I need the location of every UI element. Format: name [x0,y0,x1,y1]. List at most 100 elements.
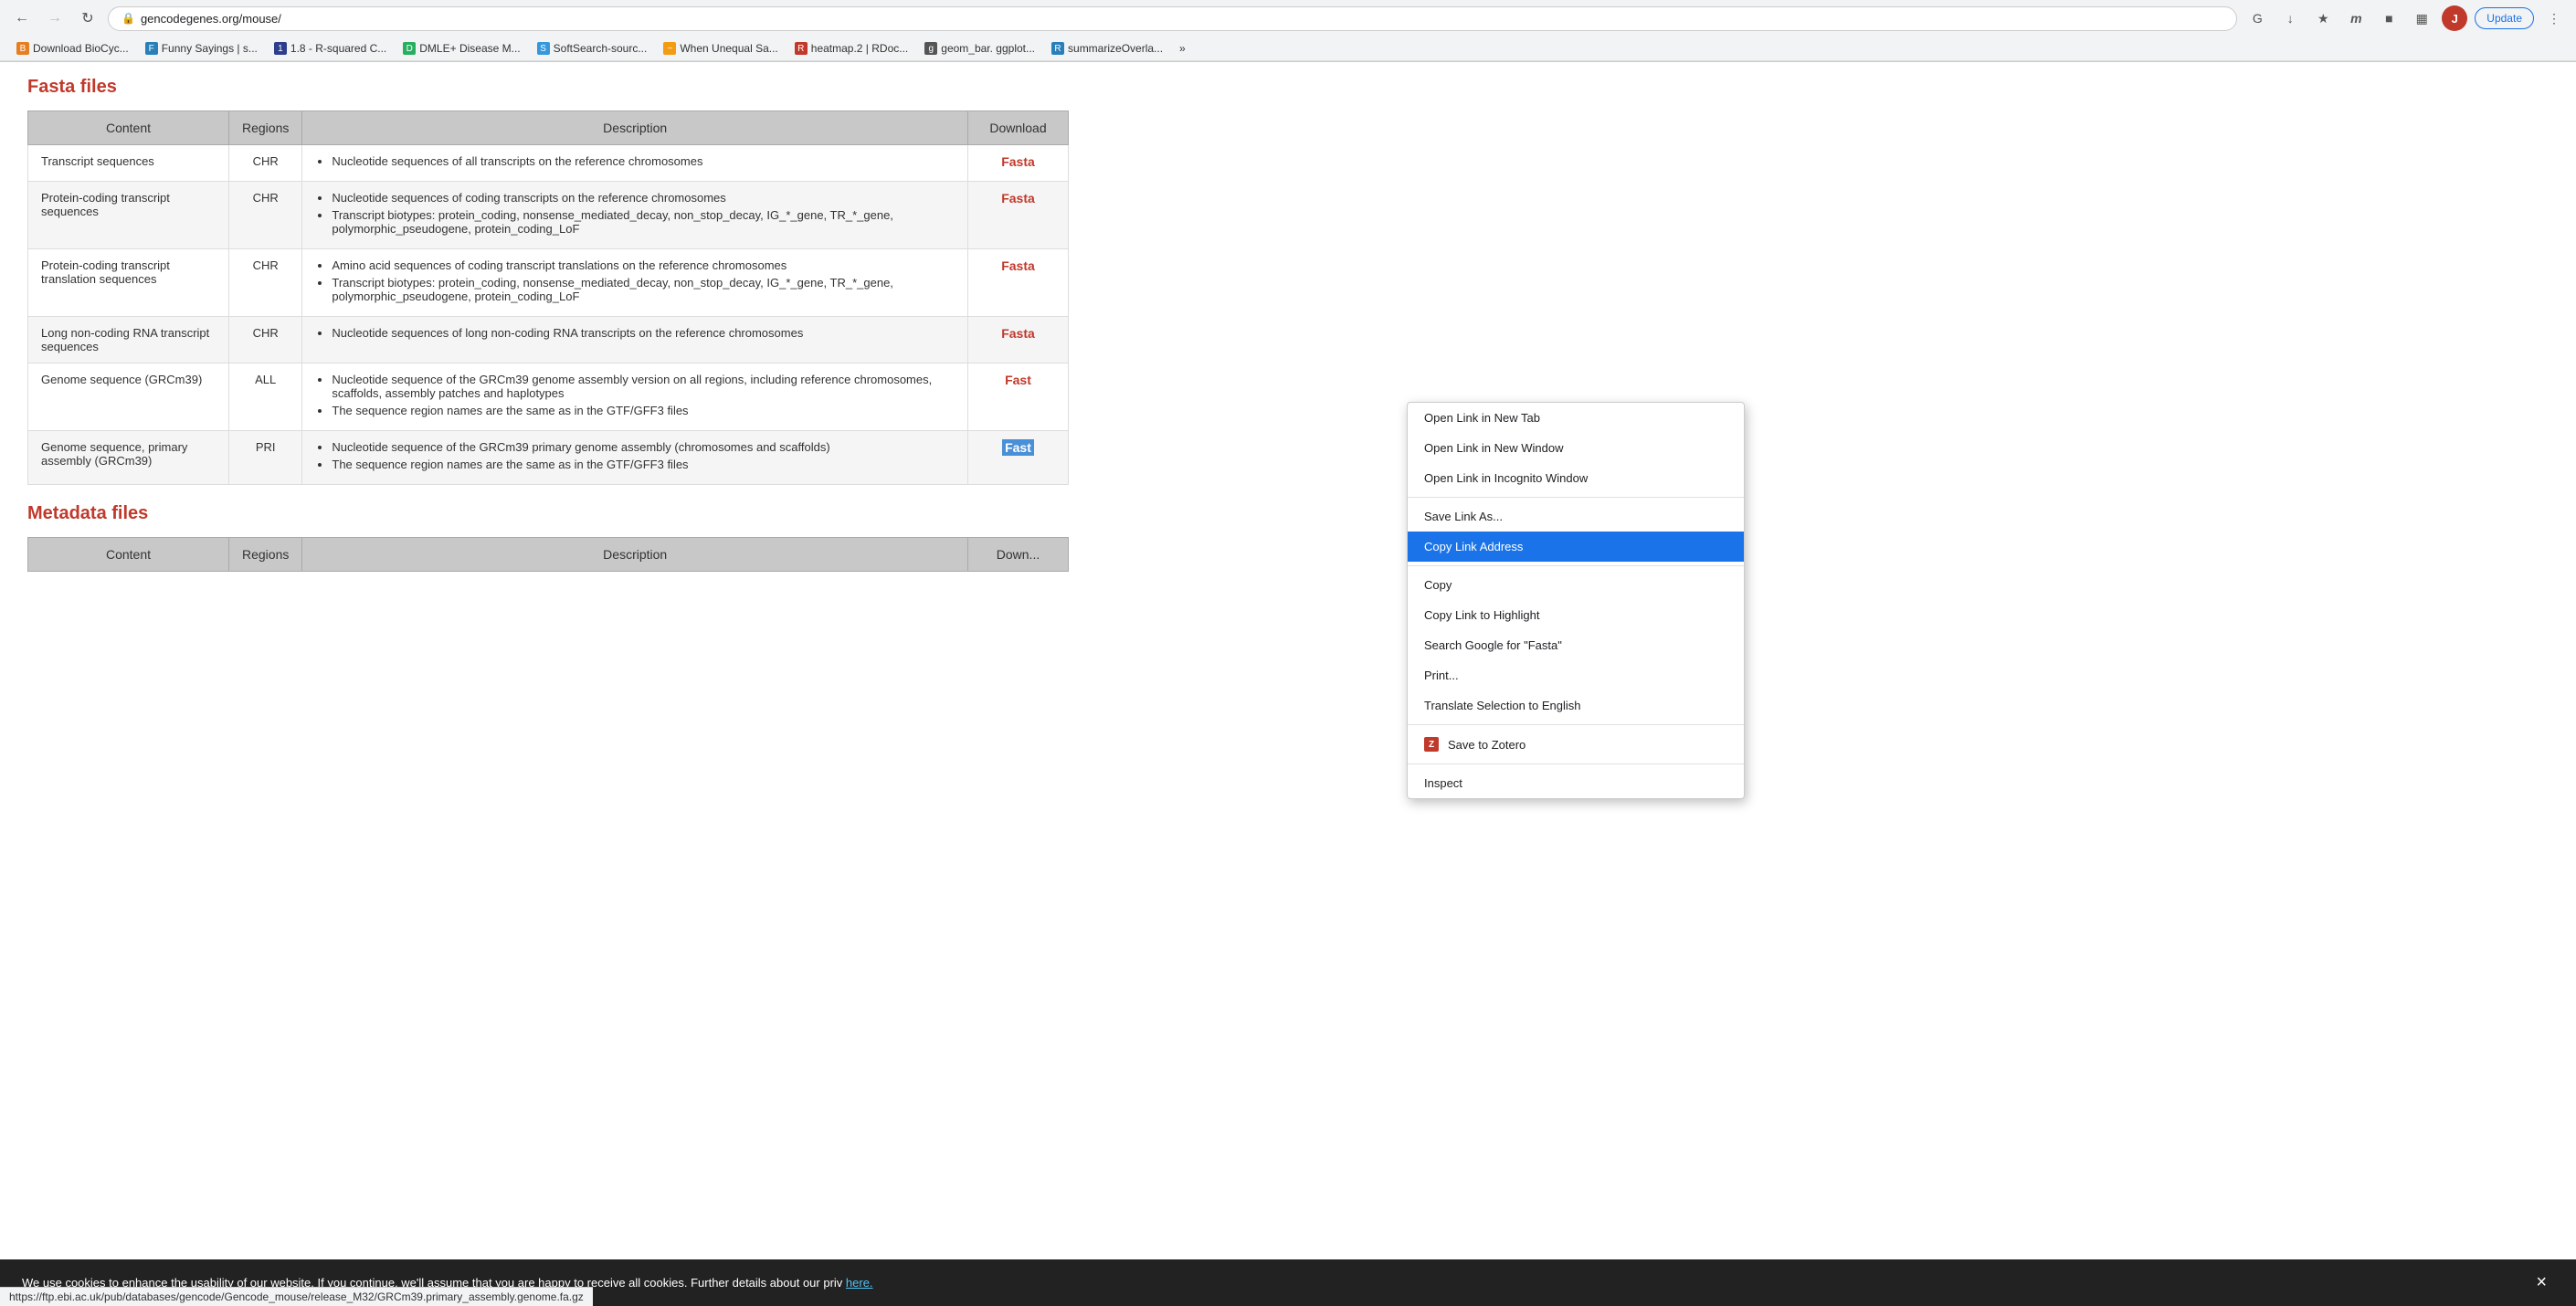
context-menu-label-copy-highlight: Copy Link to Highlight [1424,608,1539,622]
context-menu-divider-1 [1408,497,1744,498]
context-menu-item-open-new-tab[interactable]: Open Link in New Tab [1408,403,1744,433]
cell-content-3: Protein-coding transcript translation se… [28,249,229,317]
bookmark-favicon-unequal: ~ [663,42,676,55]
metadata-table: Content Regions Description Down... [27,537,1069,572]
extensions-icon[interactable]: ■ [2376,5,2402,31]
fasta-link-2[interactable]: Fasta [1001,191,1035,205]
bookmark-favicon-funny: F [145,42,158,55]
bookmark-rsquared[interactable]: 1 1.8 - R-squared C... [267,39,394,58]
bookmark-funny[interactable]: F Funny Sayings | s... [138,39,265,58]
context-menu-label-open-new-window: Open Link in New Window [1424,441,1563,455]
bookmark-dmle[interactable]: D DMLE+ Disease M... [396,39,527,58]
col-header-download: Download [968,111,1069,145]
context-menu-item-search-google[interactable]: Search Google for "Fasta" [1408,630,1744,660]
fasta-link-4[interactable]: Fasta [1001,326,1035,341]
cell-description-3: Amino acid sequences of coding transcrip… [302,249,968,317]
reload-button[interactable]: ↻ [75,5,100,31]
status-bar: https://ftp.ebi.ac.uk/pub/databases/genc… [0,1287,593,1306]
bookmark-unequal[interactable]: ~ When Unequal Sa... [656,39,785,58]
bottom-col-header-regions: Regions [229,538,302,572]
bookmark-softsearch[interactable]: S SoftSearch-sourc... [530,39,655,58]
context-menu-label-inspect: Inspect [1424,776,1462,790]
address-bar[interactable]: 🔒 gencodegenes.org/mouse/ [108,6,2237,31]
context-menu-item-copy-link[interactable]: Copy Link Address [1408,532,1744,562]
profile-button[interactable]: J [2442,5,2467,31]
browser-actions: G ↓ ★ m ■ ▦ J Update ⋮ [2244,5,2567,31]
bookmark-biocyc[interactable]: B Download BioCyc... [9,39,136,58]
context-menu-item-inspect[interactable]: Inspect [1408,768,1744,798]
page-content: Fasta files Content Regions Description … [0,62,1096,586]
context-menu-item-translate[interactable]: Translate Selection to English [1408,690,1744,721]
browser-chrome: ← → ↻ 🔒 gencodegenes.org/mouse/ G ↓ ★ m … [0,0,2576,62]
fasta-link-1[interactable]: Fasta [1001,154,1035,169]
cell-download-1: Fasta [968,145,1069,182]
table-row: Transcript sequences CHR Nucleotide sequ… [28,145,1069,182]
bottom-col-header-download: Down... [968,538,1069,572]
context-menu-item-open-incognito[interactable]: Open Link in Incognito Window [1408,463,1744,493]
cell-description-2: Nucleotide sequences of coding transcrip… [302,182,968,249]
bookmark-label-geombar: geom_bar. ggplot... [941,42,1035,55]
bookmark-label-softsearch: SoftSearch-sourc... [554,42,648,55]
context-menu-item-print[interactable]: Print... [1408,660,1744,690]
bookmark-geombar[interactable]: g geom_bar. ggplot... [917,39,1042,58]
bookmark-label-unequal: When Unequal Sa... [680,42,777,55]
context-menu-label-copy-link: Copy Link Address [1424,540,1523,553]
cookie-banner-link[interactable]: here. [846,1276,873,1290]
context-menu-label-translate: Translate Selection to English [1424,699,1581,712]
bookmark-summarize[interactable]: R summarizeOverla... [1044,39,1170,58]
context-menu-item-open-new-window[interactable]: Open Link in New Window [1408,433,1744,463]
bookmark-favicon-biocyc: B [16,42,29,55]
fasta-link-6-blue[interactable]: Fast [1002,439,1034,456]
bookmarks-bar: B Download BioCyc... F Funny Sayings | s… [0,37,2576,61]
bottom-col-header-content: Content [28,538,229,572]
status-bar-url: https://ftp.ebi.ac.uk/pub/databases/genc… [9,1290,584,1303]
memex-icon[interactable]: m [2343,5,2369,31]
fasta-section-title: Fasta files [27,77,1069,98]
bookmark-label-funny: Funny Sayings | s... [162,42,258,55]
cell-regions-4: CHR [229,317,302,363]
menu-button[interactable]: ⋮ [2541,5,2567,31]
zotero-icon: Z [1424,737,1439,752]
col-header-description: Description [302,111,968,145]
tab-search-icon[interactable]: ▦ [2409,5,2434,31]
fasta-table: Content Regions Description Download Tra… [27,111,1069,485]
bookmark-more-label: » [1179,42,1186,55]
cell-content-2: Protein-coding transcript sequences [28,182,229,249]
bookmark-heatmap[interactable]: R heatmap.2 | RDoc... [787,39,916,58]
bottom-col-header-description: Description [302,538,968,572]
context-menu-label-open-new-tab: Open Link in New Tab [1424,411,1540,425]
context-menu-label-save-link: Save Link As... [1424,510,1503,523]
context-menu-label-save-zotero: Save to Zotero [1448,738,1526,752]
fasta-link-3[interactable]: Fasta [1001,258,1035,273]
cell-description-1: Nucleotide sequences of all transcripts … [302,145,968,182]
context-menu-item-save-link[interactable]: Save Link As... [1408,501,1744,532]
context-menu-item-copy-highlight[interactable]: Copy Link to Highlight [1408,600,1744,630]
context-menu-item-copy[interactable]: Copy [1408,570,1744,600]
cell-download-4: Fasta [968,317,1069,363]
cell-description-5: Nucleotide sequence of the GRCm39 genome… [302,363,968,431]
context-menu-item-save-zotero[interactable]: Z Save to Zotero [1408,729,1744,760]
cell-description-6: Nucleotide sequence of the GRCm39 primar… [302,431,968,485]
cookie-close-button[interactable]: × [2528,1272,2554,1293]
download-icon[interactable]: ↓ [2277,5,2303,31]
cell-download-5: Fast [968,363,1069,431]
bookmark-more[interactable]: » [1172,39,1193,58]
back-button[interactable]: ← [9,5,35,31]
cell-download-6: Fast [968,431,1069,485]
address-text: gencodegenes.org/mouse/ [141,12,281,26]
lock-icon: 🔒 [121,12,135,25]
cell-regions-5: ALL [229,363,302,431]
cell-description-4: Nucleotide sequences of long non-coding … [302,317,968,363]
table-row: Protein-coding transcript translation se… [28,249,1069,317]
forward-button[interactable]: → [42,5,68,31]
table-row: Protein-coding transcript sequences CHR … [28,182,1069,249]
update-button[interactable]: Update [2475,7,2534,29]
context-menu-divider-3 [1408,724,1744,725]
cell-download-2: Fasta [968,182,1069,249]
bookmark-label-biocyc: Download BioCyc... [33,42,129,55]
google-icon[interactable]: G [2244,5,2270,31]
bookmark-favicon-geombar: g [924,42,937,55]
fasta-link-5-partial: Fast [1005,373,1031,387]
bookmark-icon[interactable]: ★ [2310,5,2336,31]
cell-regions-1: CHR [229,145,302,182]
